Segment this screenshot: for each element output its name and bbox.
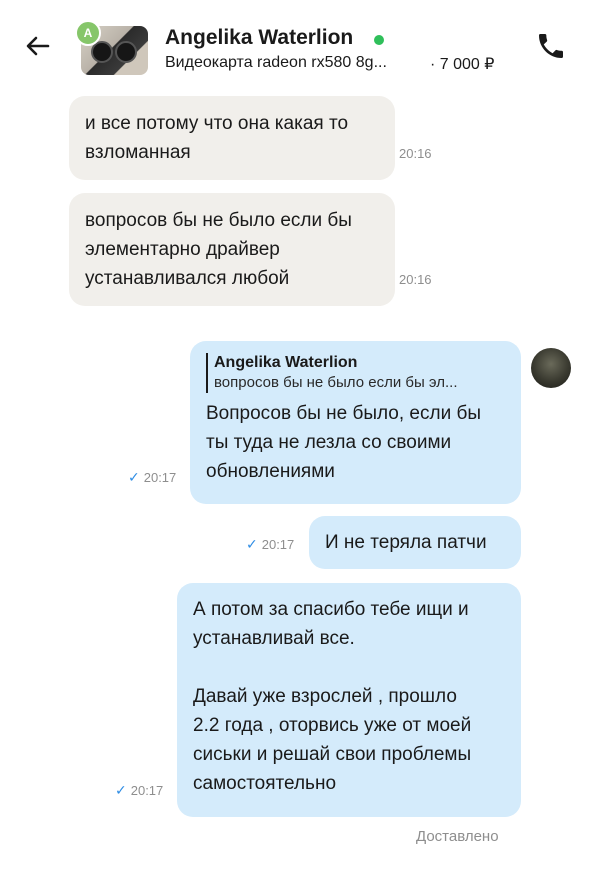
quote-text: вопросов бы не было если бы эл... <box>214 374 458 391</box>
message-outgoing[interactable]: И не теряла патчи <box>309 516 521 569</box>
message-time-row: ✓ 20:17 <box>115 782 163 799</box>
message-time: 20:16 <box>399 146 432 161</box>
fan-graphic <box>115 41 137 63</box>
arrow-left-icon <box>26 36 50 56</box>
message-line: устанавливай все. <box>193 628 355 649</box>
message-incoming[interactable]: вопросов бы не было если бы элементарно … <box>69 193 395 306</box>
user-avatar[interactable] <box>531 348 571 388</box>
message-time: 20:17 <box>143 470 177 485</box>
message-line: 2.2 года , оторвись уже от моей <box>193 715 472 736</box>
online-indicator <box>374 35 384 45</box>
message-line: самостоятельно <box>193 773 337 794</box>
message-line: И не теряла патчи <box>325 532 487 553</box>
message-line: ты туда не лезла со своими <box>206 432 452 453</box>
message-line: Вопросов бы не было, если бы <box>206 403 482 424</box>
message-time: 20:17 <box>130 783 164 798</box>
message-time: 20:17 <box>261 537 295 552</box>
message-line: взломанная <box>85 142 191 163</box>
message-line: обновлениями <box>206 461 335 482</box>
delivery-status: Доставлено <box>416 828 499 845</box>
message-time: 20:16 <box>399 272 432 287</box>
chat-header: A Angelika Waterlion Видеокарта radeon r… <box>0 0 590 92</box>
message-line: А потом за спасибо тебе ищи и <box>193 599 469 620</box>
message-line: сиськи и решай свои проблемы <box>193 744 472 765</box>
phone-icon <box>539 34 563 58</box>
message-time-row: ✓ 20:17 <box>246 536 294 553</box>
message-line: Давай уже взрослей , прошло <box>193 686 457 707</box>
message-line: и все потому что она какая то <box>85 113 349 134</box>
check-icon: ✓ <box>128 469 140 485</box>
contact-letter-badge: A <box>75 20 101 46</box>
message-incoming[interactable]: и все потому что она какая то взломанная <box>69 96 395 180</box>
quote-author: Angelika Waterlion <box>214 354 358 371</box>
check-icon: ✓ <box>246 536 258 552</box>
message-outgoing[interactable]: Angelika Waterlion вопросов бы не было е… <box>190 341 521 504</box>
message-time-row: ✓ 20:17 <box>128 469 176 486</box>
item-title[interactable]: Видеокарта radeon rx580 8g... <box>165 54 387 72</box>
message-line: вопросов бы не было если бы <box>85 210 352 231</box>
reply-quote[interactable]: Angelika Waterlion вопросов бы не было е… <box>206 353 505 393</box>
message-line: элементарно драйвер <box>85 239 280 260</box>
check-icon: ✓ <box>115 782 127 798</box>
message-outgoing[interactable]: А потом за спасибо тебе ищи и устанавлив… <box>177 583 521 817</box>
call-button[interactable] <box>535 30 567 62</box>
back-button[interactable] <box>22 30 54 62</box>
item-price: · 7 000 ₽ <box>430 56 495 73</box>
message-line: устанавливался любой <box>85 268 290 289</box>
contact-name[interactable]: Angelika Waterlion <box>165 26 353 50</box>
